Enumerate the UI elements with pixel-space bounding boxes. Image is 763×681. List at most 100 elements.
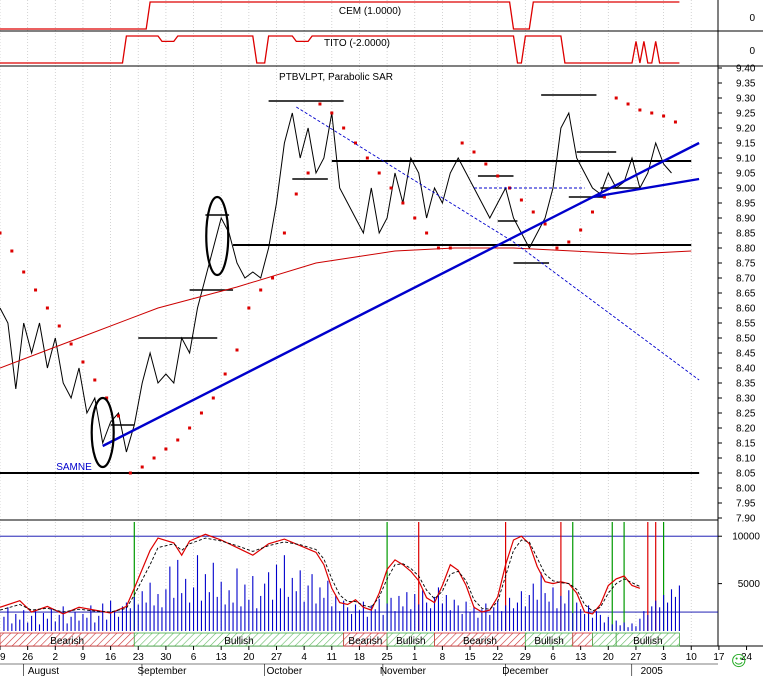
sar-dot xyxy=(247,306,251,310)
y-tick-label: 9.10 xyxy=(736,154,756,165)
sar-dot xyxy=(306,171,310,175)
month-label: August xyxy=(28,666,59,676)
y-tick-label: 8.20 xyxy=(736,424,756,435)
x-tick-label: 18 xyxy=(354,652,366,663)
x-tick-label: 11 xyxy=(327,652,338,663)
volume-tick-label: 10000 xyxy=(732,532,760,543)
y-tick-label: 8.25 xyxy=(736,409,756,420)
chart-background xyxy=(0,0,763,676)
sar-dot xyxy=(176,438,180,442)
y-tick-label: 9.35 xyxy=(736,79,756,90)
sar-dot xyxy=(10,249,14,253)
month-label: December xyxy=(502,666,549,676)
sar-dot xyxy=(318,102,322,106)
x-tick-label: 17 xyxy=(713,652,725,663)
y-tick-label: 8.00 xyxy=(736,484,756,495)
sar-dot xyxy=(484,162,488,166)
y-tick-label: 8.30 xyxy=(736,394,756,405)
x-tick-label: 16 xyxy=(105,652,117,663)
y-tick-label: 8.85 xyxy=(736,229,756,240)
sar-dot xyxy=(128,471,132,475)
sar-dot xyxy=(555,246,559,250)
sar-dot xyxy=(614,96,618,100)
trend-band-label: Bullish xyxy=(534,636,563,647)
trend-band-label: Bearish xyxy=(463,636,497,647)
y-tick-label: 8.60 xyxy=(736,304,756,315)
x-tick-label: 3 xyxy=(661,652,667,663)
tito-label: TITO (-2.0000) xyxy=(324,38,390,49)
y-tick-label: 8.55 xyxy=(736,319,756,330)
sar-dot xyxy=(531,210,535,214)
sar-dot xyxy=(365,156,369,160)
sar-dot xyxy=(460,141,464,145)
trend-band: Bearish Bullish Bearish Bullish Bearish Bulli… xyxy=(0,632,719,647)
smiley-icon: ☺ xyxy=(731,652,747,670)
x-tick-label: 23 xyxy=(133,652,145,663)
sar-dot xyxy=(673,120,677,124)
y-tick-label: 8.10 xyxy=(736,454,756,465)
x-tick-label: 4 xyxy=(301,652,307,663)
y-tick-label: 7.95 xyxy=(736,499,756,510)
sar-dot xyxy=(45,306,49,310)
sar-dot xyxy=(164,447,168,451)
trend-band-label: Bullish xyxy=(224,636,253,647)
y-tick-label: 7.90 xyxy=(736,514,756,525)
trend-band-segment xyxy=(572,632,593,647)
sar-dot xyxy=(650,111,654,115)
sar-dot xyxy=(93,378,97,382)
trend-band-segment xyxy=(592,632,617,647)
x-tick-label: 27 xyxy=(271,652,283,663)
trend-band-label: Bearish xyxy=(50,636,84,647)
chart-title: PTBVLPT, Parabolic SAR xyxy=(279,72,393,83)
sar-dot xyxy=(496,174,500,178)
x-tick-label: 20 xyxy=(603,652,615,663)
x-tick-label: 2 xyxy=(53,652,59,663)
trend-band-label: Bullish xyxy=(633,636,662,647)
sar-dot xyxy=(69,342,73,346)
sar-dot xyxy=(425,231,429,235)
sar-dot xyxy=(638,108,642,112)
y-tick-label: 8.15 xyxy=(736,439,756,450)
y-tick-label: 8.75 xyxy=(736,259,756,270)
tito-value: 0 xyxy=(749,46,755,57)
x-tick-label: 9 xyxy=(80,652,86,663)
y-tick-label: 8.50 xyxy=(736,334,756,345)
sar-dot xyxy=(188,426,192,430)
sar-dot xyxy=(662,114,666,118)
y-tick-label: 8.70 xyxy=(736,274,756,285)
x-tick-label: 29 xyxy=(520,652,532,663)
samne-annotation: SAMNE xyxy=(56,462,92,473)
y-tick-label: 9.30 xyxy=(736,94,756,105)
x-tick-label: 13 xyxy=(216,652,228,663)
sar-dot xyxy=(211,396,215,400)
month-label: September xyxy=(137,666,187,676)
x-tick-label: 22 xyxy=(492,652,504,663)
sar-dot xyxy=(235,348,239,352)
sar-dot xyxy=(294,192,298,196)
y-tick-label: 9.15 xyxy=(736,139,756,150)
sar-dot xyxy=(140,465,144,469)
x-tick-label: 8 xyxy=(440,652,446,663)
y-tick-label: 9.20 xyxy=(736,124,756,135)
sar-dot xyxy=(413,216,417,220)
sar-dot xyxy=(34,288,38,292)
sar-dot xyxy=(152,456,156,460)
sar-dot xyxy=(282,231,286,235)
sar-dot xyxy=(22,270,26,274)
trend-band-label: Bullish xyxy=(396,636,425,647)
y-tick-label: 9.05 xyxy=(736,169,756,180)
sar-dot xyxy=(81,360,85,364)
y-tick-label: 8.95 xyxy=(736,199,756,210)
y-tick-label: 8.65 xyxy=(736,289,756,300)
price-chart: CEM (1.0000) 0 TITO (-2.0000) 0 PTBVLPT,… xyxy=(0,0,763,677)
y-tick-label: 8.80 xyxy=(736,244,756,255)
sar-dot xyxy=(519,198,523,202)
x-tick-label: 26 xyxy=(22,652,34,663)
month-label: November xyxy=(380,666,427,676)
sar-dot xyxy=(591,210,594,214)
cem-label: CEM (1.0000) xyxy=(339,6,401,17)
x-tick-label: 19 xyxy=(0,652,6,663)
sar-dot xyxy=(330,111,334,115)
sar-dot xyxy=(401,201,405,205)
sar-dot xyxy=(117,414,120,418)
